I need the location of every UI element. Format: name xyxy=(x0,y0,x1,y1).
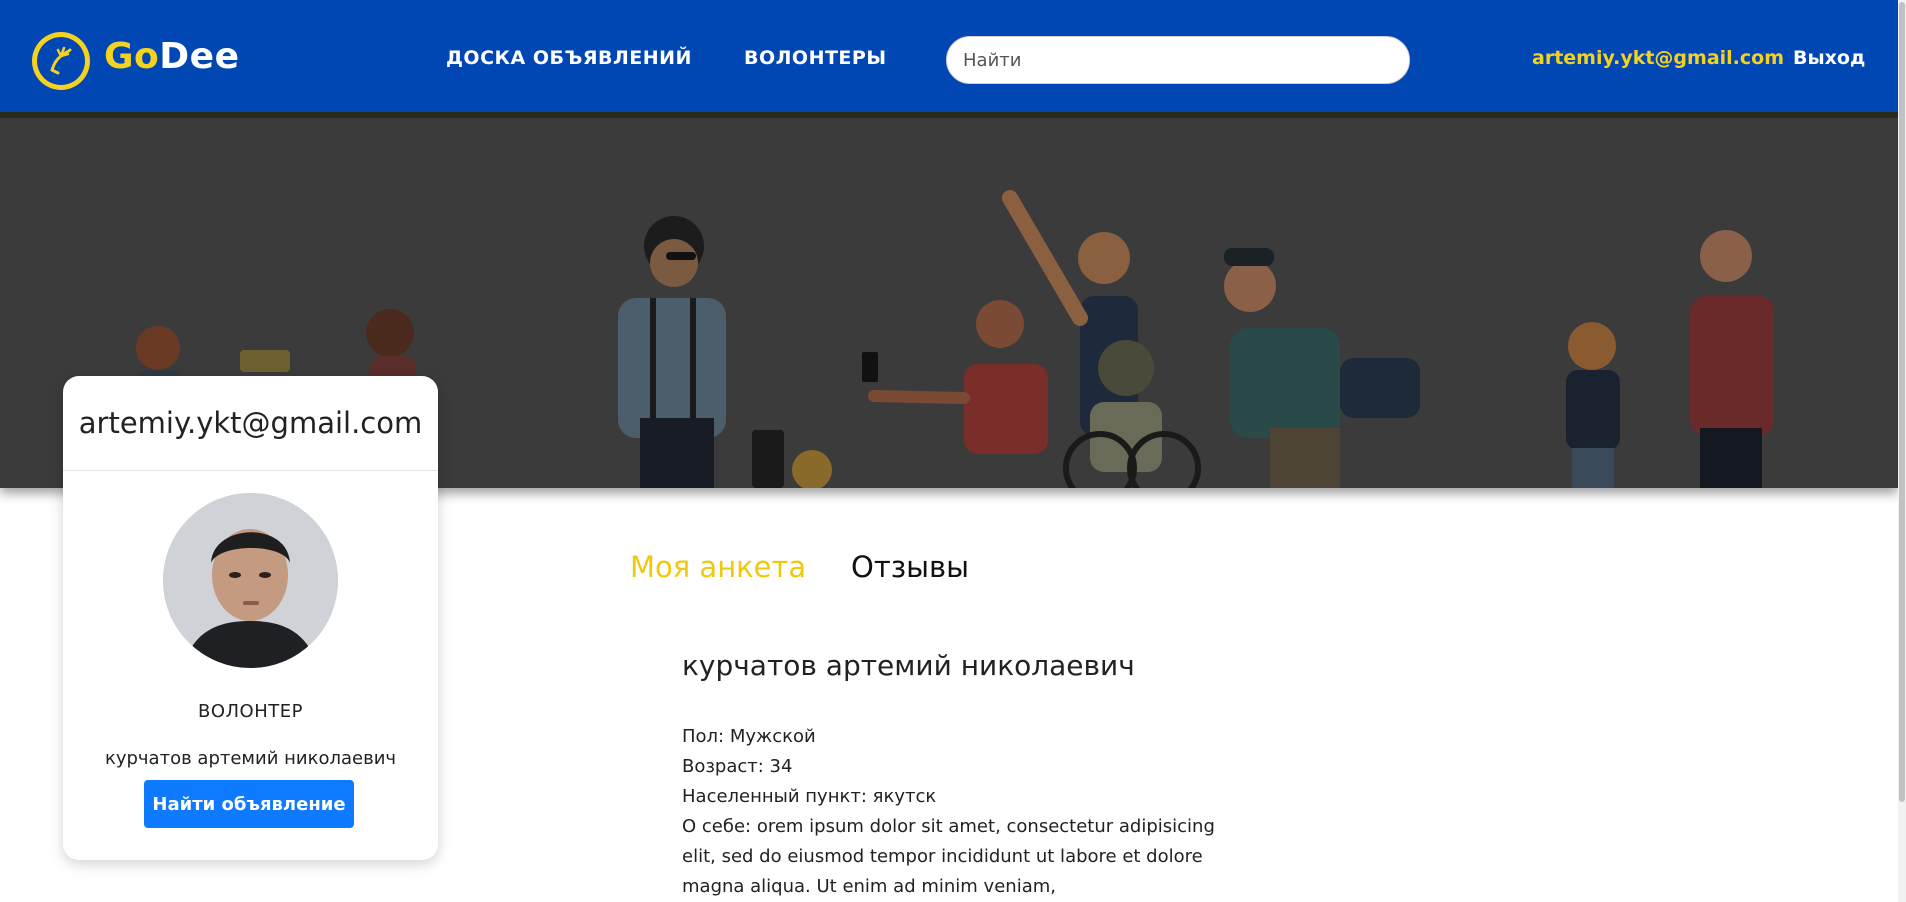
logo-dee: Dee xyxy=(159,36,240,77)
profile-gender: Пол: Мужской xyxy=(682,726,816,747)
tab-reviews[interactable]: Отзывы xyxy=(851,550,969,584)
top-navbar: GoDee ДОСКА ОБЪЯВЛЕНИЙ ВОЛОНТЕРЫ artemiy… xyxy=(0,0,1898,114)
search-input[interactable] xyxy=(946,36,1410,84)
nav-volunteers[interactable]: ВОЛОНТЕРЫ xyxy=(744,47,887,69)
profile-about: О себе: orem ipsum dolor sit amet, conse… xyxy=(682,816,1215,897)
profile-card: artemiy.ykt@gmail.com ВОЛОНТЕР курчатов … xyxy=(63,376,438,860)
user-email-link[interactable]: artemiy.ykt@gmail.com xyxy=(1532,47,1784,69)
find-listing-button[interactable]: Найти объявление xyxy=(144,780,354,828)
logo-icon[interactable] xyxy=(32,32,90,90)
hand-heart-icon xyxy=(50,46,72,75)
logout-link[interactable]: Выход xyxy=(1793,47,1865,69)
page-scrollbar[interactable] xyxy=(1898,0,1906,902)
avatar xyxy=(163,493,338,668)
logo-go: Go xyxy=(104,36,160,77)
nav-bulletin-board[interactable]: ДОСКА ОБЪЯВЛЕНИЙ xyxy=(446,47,692,69)
logo-text[interactable]: GoDee xyxy=(104,36,240,77)
profile-city: Населенный пункт: якутск xyxy=(682,786,937,807)
profile-full-name: курчатов артемий николаевич xyxy=(682,649,1135,682)
profile-age: Возраст: 34 xyxy=(682,756,793,777)
user-photo-icon xyxy=(163,493,338,668)
tab-my-profile[interactable]: Моя анкета xyxy=(630,550,806,584)
scrollbar-thumb[interactable] xyxy=(1899,2,1905,802)
user-role: ВОЛОНТЕР xyxy=(198,701,303,722)
card-email: artemiy.ykt@gmail.com xyxy=(63,376,438,471)
user-name: курчатов артемий николаевич xyxy=(104,748,397,769)
profile-details: Пол: Мужской Возраст: 34 Населенный пунк… xyxy=(682,722,1242,902)
